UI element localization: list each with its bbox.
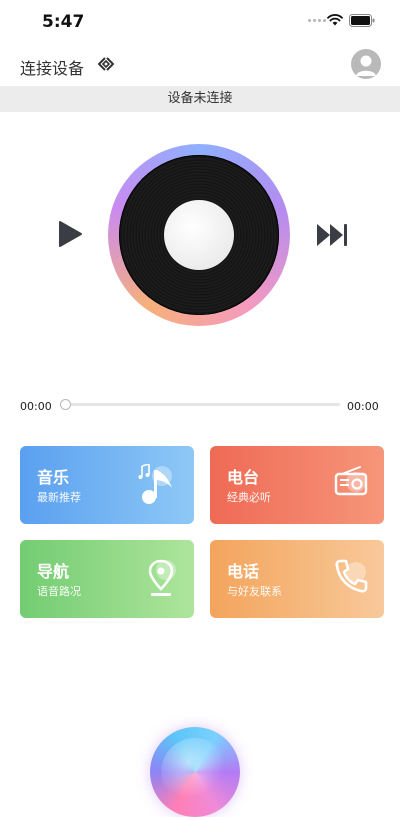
card-title: 电台	[227, 468, 260, 487]
play-button[interactable]	[56, 220, 84, 248]
radio-card[interactable]: 电台 经典必听	[210, 446, 384, 524]
link-icon[interactable]	[96, 56, 116, 72]
card-subtitle: 与好友联系	[227, 585, 282, 598]
card-subtitle: 最新推荐	[37, 491, 81, 504]
card-title: 音乐	[37, 468, 70, 487]
next-track-button[interactable]	[316, 222, 350, 248]
wifi-icon	[327, 14, 343, 26]
avatar[interactable]	[351, 49, 381, 79]
progress-thumb[interactable]	[60, 399, 71, 410]
status-time: 5:47	[42, 12, 85, 32]
total-time: 00:00	[347, 400, 379, 413]
voice-orb-highlight	[161, 738, 229, 806]
phone-icon	[335, 559, 368, 593]
battery-icon	[349, 14, 375, 27]
user-icon	[356, 55, 376, 76]
card-title: 导航	[37, 562, 70, 581]
card-subtitle: 经典必听	[227, 491, 271, 504]
music-note-icon	[138, 464, 172, 504]
connection-status-text: 设备未连接	[167, 91, 233, 106]
connection-status-banner: 设备未连接	[0, 86, 400, 112]
connect-device-title[interactable]: 连接设备	[20, 55, 84, 79]
play-icon	[59, 221, 82, 247]
map-pin-icon	[148, 559, 174, 596]
card-subtitle: 语音路况	[37, 585, 81, 598]
phone-card[interactable]: 电话 与好友联系	[210, 540, 384, 618]
radio-icon	[334, 466, 368, 496]
navigation-card[interactable]: 导航 语音路况	[20, 540, 194, 618]
skip-next-icon	[317, 224, 347, 246]
card-title: 电话	[227, 562, 260, 581]
cellular-signal-icon	[308, 19, 326, 22]
record-label	[164, 200, 234, 270]
music-card[interactable]: 音乐 最新推荐	[20, 446, 194, 524]
progress-bar[interactable]	[62, 403, 340, 406]
current-time: 00:00	[20, 400, 52, 413]
